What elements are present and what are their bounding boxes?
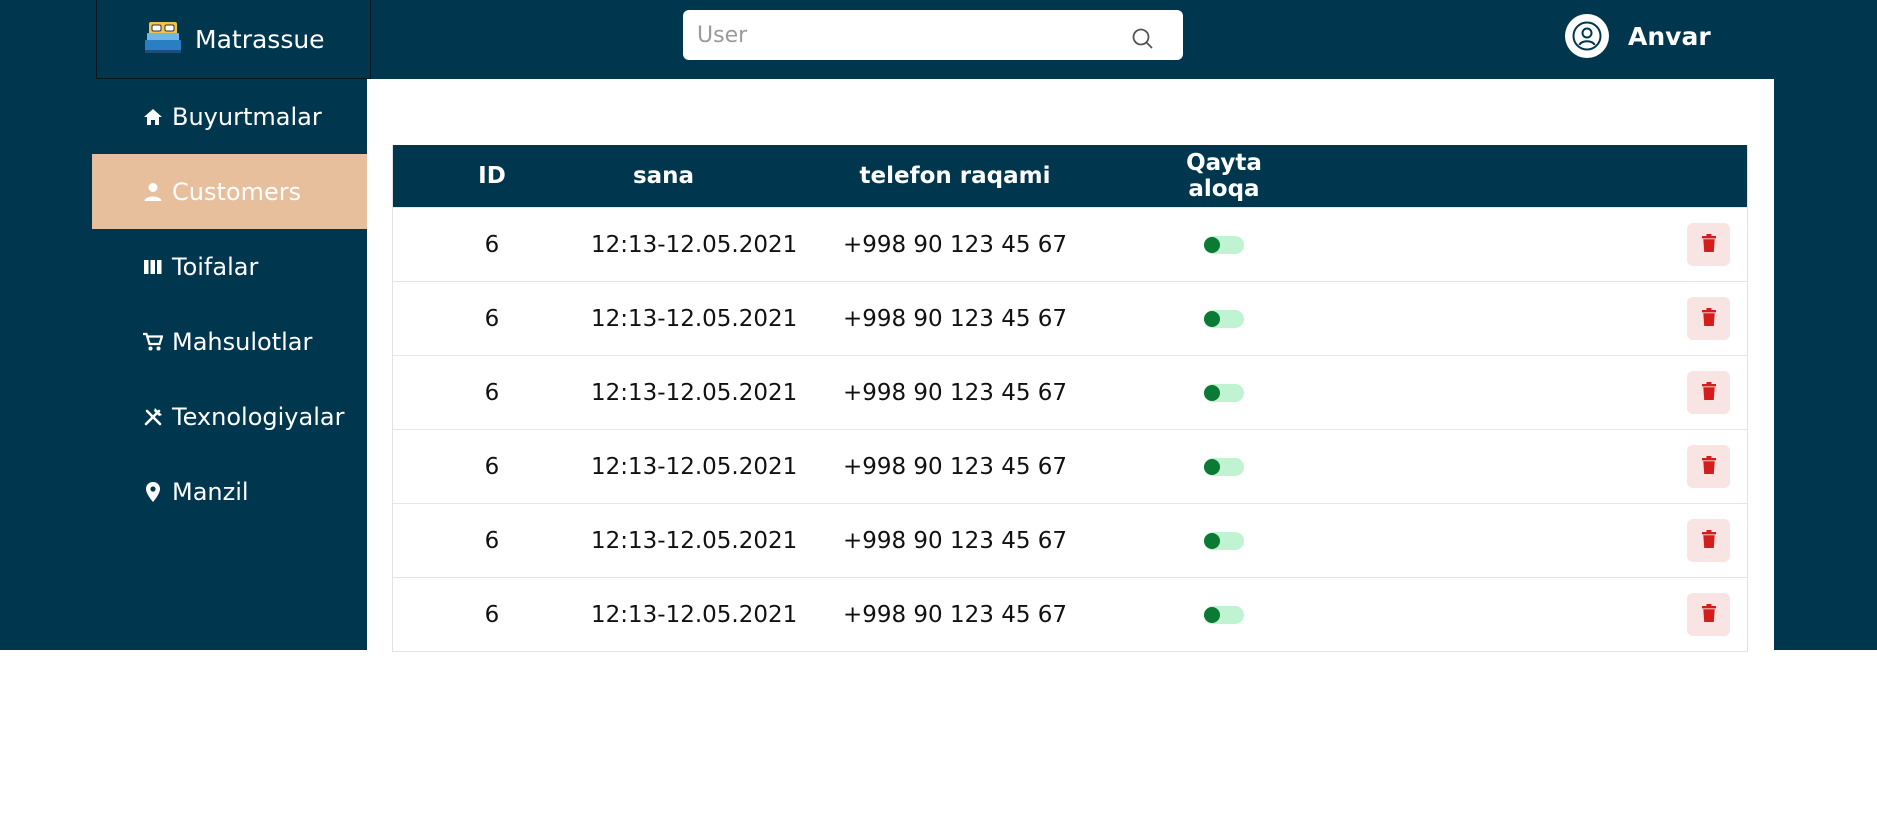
user-menu[interactable]: Anvar [1565,14,1711,58]
row-date: 12:13-12.05.2021 [591,379,798,406]
callback-toggle[interactable] [1204,235,1244,254]
brand[interactable]: Matrassue [96,0,371,79]
table-row: 6 12:13-12.05.2021 +998 90 123 45 67 [393,355,1747,429]
row-date: 12:13-12.05.2021 [591,231,798,258]
row-id: 6 [484,231,500,258]
location-pin-icon [142,481,164,502]
toggle-knob [1204,236,1220,253]
delete-button[interactable] [1687,519,1730,562]
person-icon [142,182,164,202]
customers-table: ID sana telefon raqami Qayta aloqa 6 12:… [392,145,1748,652]
trash-icon [1701,380,1716,406]
toggle-knob [1204,310,1220,327]
row-date: 12:13-12.05.2021 [591,453,798,480]
tools-icon [142,407,164,427]
row-phone: +998 90 123 45 67 [842,453,1068,480]
row-phone: +998 90 123 45 67 [842,305,1068,332]
sidebar-item-label: Manzil [172,477,249,506]
columns-icon [142,259,164,275]
row-id: 6 [484,379,500,406]
sidebar-item-label: Mahsulotlar [172,327,313,356]
row-id: 6 [484,601,500,628]
header-phone: telefon raqami [859,163,1051,189]
sidebar-item-label: Buyurtmalar [172,102,322,131]
table-header: ID sana telefon raqami Qayta aloqa [393,145,1747,207]
delete-button[interactable] [1687,297,1730,340]
row-phone: +998 90 123 45 67 [842,601,1068,628]
trash-icon [1701,454,1716,480]
sidebar-item-toifalar[interactable]: Toifalar [92,229,367,304]
table-row: 6 12:13-12.05.2021 +998 90 123 45 67 [393,429,1747,503]
callback-toggle[interactable] [1204,605,1244,624]
header-id: ID [478,163,506,189]
trash-icon [1701,528,1716,554]
callback-toggle[interactable] [1204,457,1244,476]
toggle-knob [1204,384,1220,401]
row-phone: +998 90 123 45 67 [842,231,1068,258]
home-icon [142,108,164,126]
trash-icon [1701,306,1716,332]
user-name: Anvar [1628,21,1711,51]
toggle-knob [1204,606,1220,623]
delete-button[interactable] [1687,371,1730,414]
search-input[interactable] [697,22,1117,48]
sidebar-item-label: Toifalar [172,252,259,281]
row-id: 6 [484,305,500,332]
row-id: 6 [484,453,500,480]
row-date: 12:13-12.05.2021 [591,601,798,628]
header-callback: Qayta aloqa [1186,150,1262,202]
delete-button[interactable] [1687,445,1730,488]
toggle-knob [1204,532,1220,549]
delete-button[interactable] [1687,223,1730,266]
row-date: 12:13-12.05.2021 [591,305,798,332]
cart-icon [142,332,164,352]
row-phone: +998 90 123 45 67 [842,379,1068,406]
callback-toggle[interactable] [1204,383,1244,402]
delete-button[interactable] [1687,593,1730,636]
row-phone: +998 90 123 45 67 [842,527,1068,554]
sidebar: Buyurtmalar Customers Toifalar Mahsulotl… [92,79,367,529]
callback-toggle[interactable] [1204,531,1244,550]
table-row: 6 12:13-12.05.2021 +998 90 123 45 67 [393,577,1747,651]
toggle-knob [1204,458,1220,475]
user-avatar-icon [1565,14,1609,58]
sidebar-item-texnologiyalar[interactable]: Texnologiyalar [92,379,367,454]
main-content: ID sana telefon raqami Qayta aloqa 6 12:… [367,79,1774,652]
sidebar-item-label: Texnologiyalar [172,402,345,431]
trash-icon [1701,232,1716,258]
brand-name: Matrassue [195,24,325,54]
sidebar-item-label: Customers [172,177,302,206]
search-box [683,10,1183,60]
sidebar-item-buyurtmalar[interactable]: Buyurtmalar [92,79,367,154]
right-background [1774,79,1877,650]
table-row: 6 12:13-12.05.2021 +998 90 123 45 67 [393,281,1747,355]
table-row: 6 12:13-12.05.2021 +998 90 123 45 67 [393,207,1747,281]
row-date: 12:13-12.05.2021 [591,527,798,554]
callback-toggle[interactable] [1204,309,1244,328]
search-icon[interactable] [1131,27,1153,53]
bed-icon [145,20,181,58]
table-row: 6 12:13-12.05.2021 +998 90 123 45 67 [393,503,1747,577]
sidebar-item-manzil[interactable]: Manzil [92,454,367,529]
row-id: 6 [484,527,500,554]
sidebar-item-mahsulotlar[interactable]: Mahsulotlar [92,304,367,379]
top-bar: Matrassue Anvar [0,0,1877,79]
sidebar-item-customers[interactable]: Customers [92,154,367,229]
trash-icon [1701,602,1716,628]
header-date: sana [632,163,695,189]
